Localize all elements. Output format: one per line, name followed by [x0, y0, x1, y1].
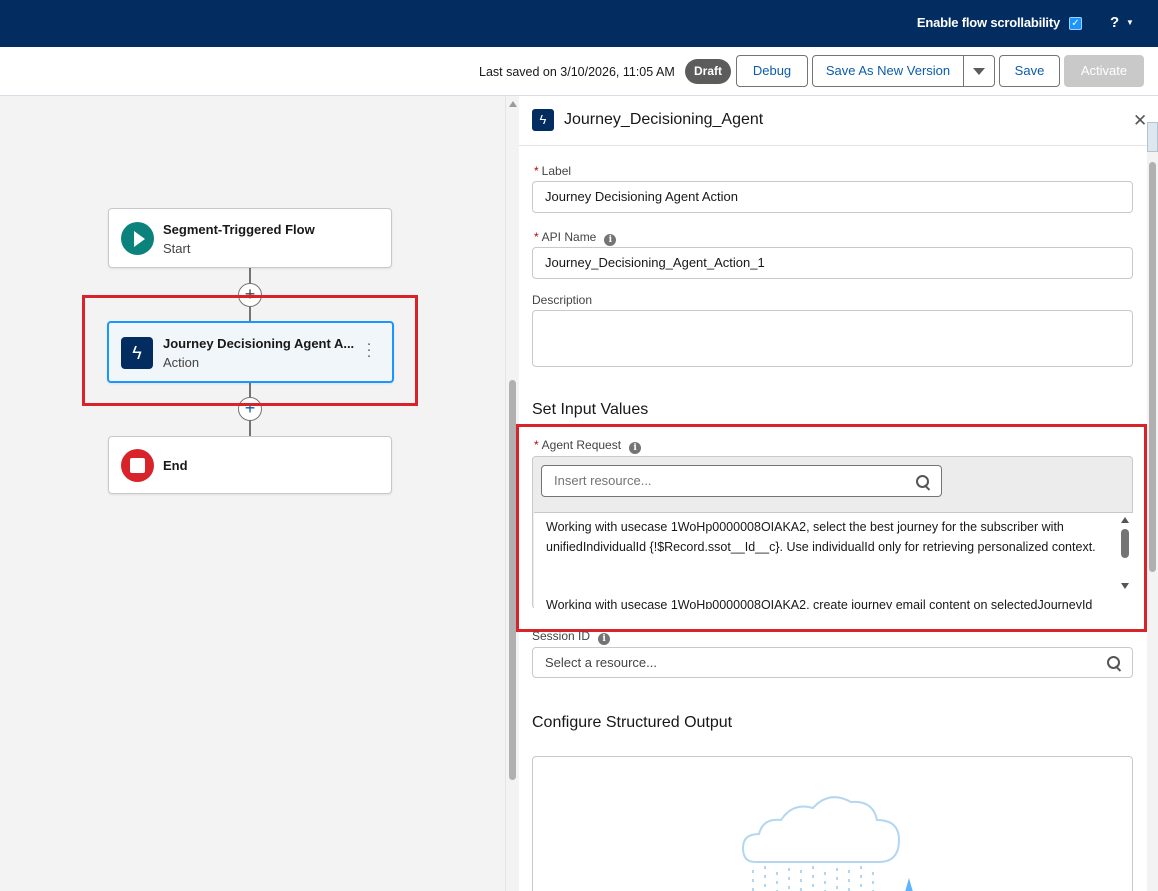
end-node[interactable]: End — [108, 436, 392, 494]
node-title: Segment-Triggered Flow — [163, 222, 315, 237]
lightning-icon: ϟ — [532, 109, 554, 131]
panel-resize-tab[interactable] — [1147, 122, 1158, 152]
debug-button[interactable]: Debug — [736, 55, 808, 87]
description-label: Description — [532, 293, 593, 307]
panel-scrollbar[interactable] — [1147, 122, 1158, 891]
session-id-input[interactable]: Select a resource... — [532, 647, 1133, 678]
help-icon[interactable]: ? — [1110, 14, 1119, 31]
label-input[interactable]: Journey Decisioning Agent Action — [532, 181, 1133, 213]
save-as-new-version-button[interactable]: Save As New Version — [812, 55, 964, 87]
session-id-text: Session ID — [532, 629, 591, 643]
rain-cloud-illustration — [741, 796, 913, 891]
panel-title: Journey_Decisioning_Agent — [564, 111, 764, 128]
scrollbar-thumb[interactable] — [509, 380, 516, 780]
description-textarea[interactable] — [532, 310, 1133, 367]
label-text: Label — [541, 164, 572, 178]
search-icon — [1107, 656, 1122, 671]
play-icon — [121, 222, 154, 255]
scrollbar-thumb[interactable] — [1149, 162, 1156, 572]
highlight-box — [82, 295, 418, 406]
stop-icon — [121, 449, 154, 482]
chevron-down-icon[interactable]: ▼ — [1126, 18, 1134, 27]
api-name-field-label: * API Name i — [534, 230, 617, 246]
api-name-input[interactable]: Journey_Decisioning_Agent_Action_1 — [532, 247, 1133, 279]
node-title: End — [163, 458, 188, 473]
save-button[interactable]: Save — [999, 55, 1060, 87]
enable-scroll-label: Enable flow scrollability — [916, 15, 1060, 30]
highlight-box — [516, 424, 1147, 632]
structured-output-heading: Configure Structured Output — [532, 714, 733, 731]
save-options-dropdown-button[interactable] — [963, 55, 995, 87]
start-node[interactable]: Segment-Triggered Flow Start — [108, 208, 392, 268]
node-subtitle: Start — [163, 241, 191, 256]
status-badge: Draft — [685, 59, 732, 84]
panel-header: ϟ Journey_Decisioning_Agent ✕ — [519, 96, 1158, 146]
last-saved-text: Last saved on 3/10/2026, 11:05 AM — [479, 65, 675, 79]
scroll-up-icon[interactable] — [509, 101, 517, 107]
structured-output-empty-state — [532, 756, 1133, 891]
label-field-label: * Label — [534, 164, 572, 178]
session-id-label: Session ID i — [532, 629, 611, 645]
info-icon[interactable]: i — [604, 234, 617, 246]
flow-toolbar: Last saved on 3/10/2026, 11:05 AM Draft … — [0, 47, 1158, 96]
connector-line — [249, 420, 251, 437]
set-input-values-heading: Set Input Values — [532, 401, 649, 418]
enable-scroll-checkbox[interactable]: ✓ — [1069, 17, 1082, 30]
api-name-text: API Name — [541, 230, 597, 244]
activate-button[interactable]: Activate — [1064, 55, 1144, 87]
caret-down-icon — [973, 68, 985, 75]
close-icon[interactable]: ✕ — [1133, 111, 1147, 131]
global-header: Enable flow scrollability ✓ ? ▼ — [0, 0, 1158, 47]
info-icon[interactable]: i — [598, 633, 611, 645]
